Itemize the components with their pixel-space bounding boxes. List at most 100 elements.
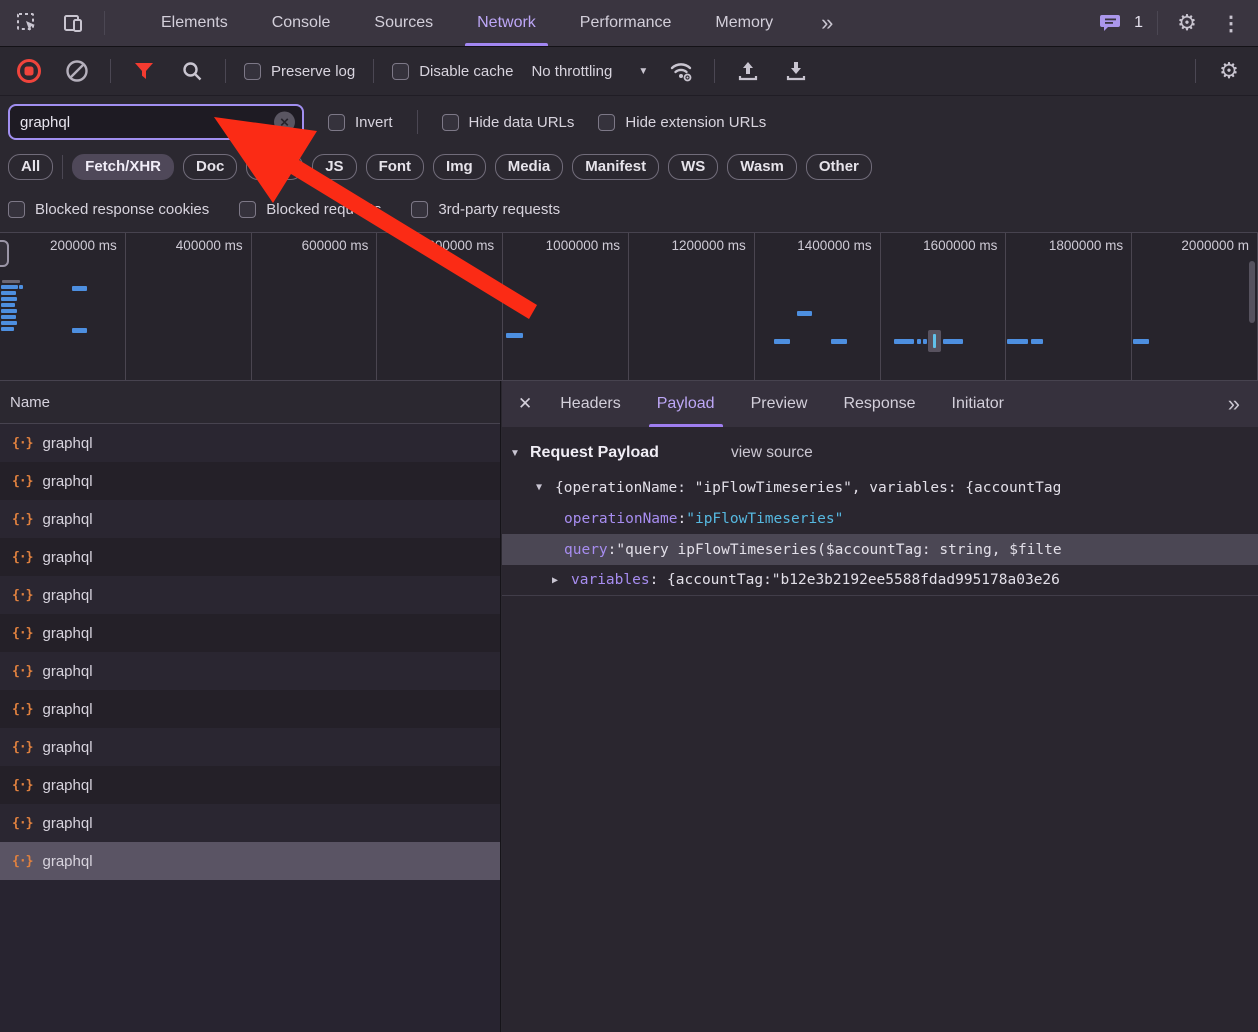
table-row[interactable]: {·}graphql [0,804,500,842]
hide-extension-urls-toggle[interactable]: Hide extension URLs [598,114,766,131]
payload-text: : [678,511,687,527]
request-bar [72,286,87,291]
chip-img[interactable]: Img [433,154,486,180]
timeline-tick-label: 800000 ms [427,238,494,253]
collapse-triangle-icon[interactable]: ▼ [510,448,522,459]
kebab-menu-icon[interactable]: ⋮ [1216,8,1246,38]
chip-wasm[interactable]: Wasm [727,154,797,180]
network-conditions-icon[interactable] [666,56,696,86]
chip-ws[interactable]: WS [668,154,718,180]
view-source-link[interactable]: view source [731,444,813,462]
tab-console[interactable]: Console [250,0,353,46]
table-row[interactable]: {·}graphql [0,728,500,766]
payload-line[interactable]: query: "query ipFlowTimeseries($accountT… [502,534,1258,565]
tab-memory[interactable]: Memory [693,0,795,46]
table-row[interactable]: {·}graphql [0,766,500,804]
table-row[interactable]: {·}graphql [0,690,500,728]
divider [110,59,111,83]
table-row[interactable]: {·}graphql [0,614,500,652]
blocked-requests-toggle[interactable]: Blocked requests [239,201,381,218]
tab-sources[interactable]: Sources [352,0,455,46]
request-bar [923,339,927,344]
chip-media[interactable]: Media [495,154,564,180]
export-har-icon[interactable] [781,56,811,86]
tab-performance[interactable]: Performance [558,0,694,46]
import-har-icon[interactable] [733,56,763,86]
tab-headers[interactable]: Headers [542,381,638,427]
hide-data-urls-toggle[interactable]: Hide data URLs [442,114,575,131]
hide-extension-urls-checkbox[interactable] [598,114,615,131]
table-row[interactable]: {·}graphql [0,538,500,576]
chip-font[interactable]: Font [366,154,424,180]
settings-gear-icon[interactable]: ⚙ [1172,8,1202,38]
throttling-select[interactable]: No throttling ▼ [531,63,648,80]
request-name: graphql [42,549,92,566]
disable-cache-checkbox[interactable] [392,63,409,80]
payload-line[interactable]: operationName: "ipFlowTimeseries" [502,503,1258,534]
timeline-tick-label: 1200000 ms [671,238,745,253]
more-detail-tabs-icon[interactable]: » [1228,391,1244,417]
timeline-column: 1800000 ms [1006,233,1132,380]
disable-cache-label: Disable cache [419,63,513,80]
chip-css[interactable]: CSS [246,154,303,180]
tab-initiator[interactable]: Initiator [934,381,1022,427]
network-overview-timeline[interactable]: 200000 ms400000 ms600000 ms800000 ms1000… [0,233,1258,381]
filter-input[interactable]: graphql ✕ [8,104,304,140]
close-detail-icon[interactable]: ✕ [516,394,542,414]
checkbox[interactable] [411,201,428,218]
chip-doc[interactable]: Doc [183,154,237,180]
chip-js[interactable]: JS [312,154,356,180]
blocked-response-cookies-toggle[interactable]: Blocked response cookies [8,201,209,218]
tab-payload[interactable]: Payload [639,381,733,427]
payload-text: : [608,542,617,558]
tab-preview[interactable]: Preview [733,381,826,427]
table-row[interactable]: {·}graphql [0,652,500,690]
network-settings-gear-icon[interactable]: ⚙ [1214,56,1244,86]
checkbox[interactable] [239,201,256,218]
hide-data-urls-checkbox[interactable] [442,114,459,131]
preserve-log-toggle[interactable]: Preserve log [244,63,355,80]
disable-cache-toggle[interactable]: Disable cache [392,63,513,80]
chip-manifest[interactable]: Manifest [572,154,659,180]
request-name: graphql [42,663,92,680]
device-toolbar-icon[interactable] [58,8,88,38]
tab-network[interactable]: Network [455,0,558,46]
chip-other[interactable]: Other [806,154,872,180]
table-row[interactable]: {·}graphql [0,424,500,462]
devtools-tabbar: ElementsConsoleSourcesNetworkPerformance… [0,0,1258,47]
filter-funnel-icon[interactable] [129,56,159,86]
inspect-element-icon[interactable] [12,8,42,38]
payload-line[interactable]: ▶variables: {accountTag: "b12e3b2192ee55… [502,565,1258,596]
tab-response[interactable]: Response [825,381,933,427]
record-network-log-icon[interactable] [14,56,44,86]
table-row[interactable]: {·}graphql [0,462,500,500]
more-panels-icon[interactable]: » [811,10,843,36]
expanded-triangle-icon[interactable]: ▼ [536,482,548,493]
collapsed-triangle-icon[interactable]: ▶ [552,575,564,586]
search-icon[interactable] [177,56,207,86]
xhr-json-icon: {·} [12,702,32,717]
timeline-column: 400000 ms [126,233,252,380]
timeline-column: 1000000 ms [503,233,629,380]
tab-elements[interactable]: Elements [139,0,250,46]
preserve-log-checkbox[interactable] [244,63,261,80]
table-row[interactable]: {·}graphql [0,500,500,538]
clear-network-log-icon[interactable] [62,56,92,86]
request-bar [1031,339,1043,344]
checkbox[interactable] [8,201,25,218]
request-name: graphql [42,853,92,870]
name-column-header[interactable]: Name [0,381,500,424]
-rd-party-requests-toggle[interactable]: 3rd-party requests [411,201,560,218]
table-row[interactable]: {·}graphql [0,576,500,614]
invert-checkbox[interactable] [328,114,345,131]
issues-message-icon[interactable] [1096,8,1126,38]
chip-all[interactable]: All [8,154,53,180]
payload-text: "b12e3b2192ee5588fdad995178a03e26 [772,572,1060,588]
table-row[interactable]: {·}graphql [0,842,500,880]
clear-filter-icon[interactable]: ✕ [274,112,295,133]
payload-line[interactable]: ▼{operationName: "ipFlowTimeseries", var… [502,472,1258,503]
chip-fetchxhr[interactable]: Fetch/XHR [72,154,174,180]
divider [373,59,374,83]
invert-toggle[interactable]: Invert [328,114,393,131]
request-name: graphql [42,625,92,642]
